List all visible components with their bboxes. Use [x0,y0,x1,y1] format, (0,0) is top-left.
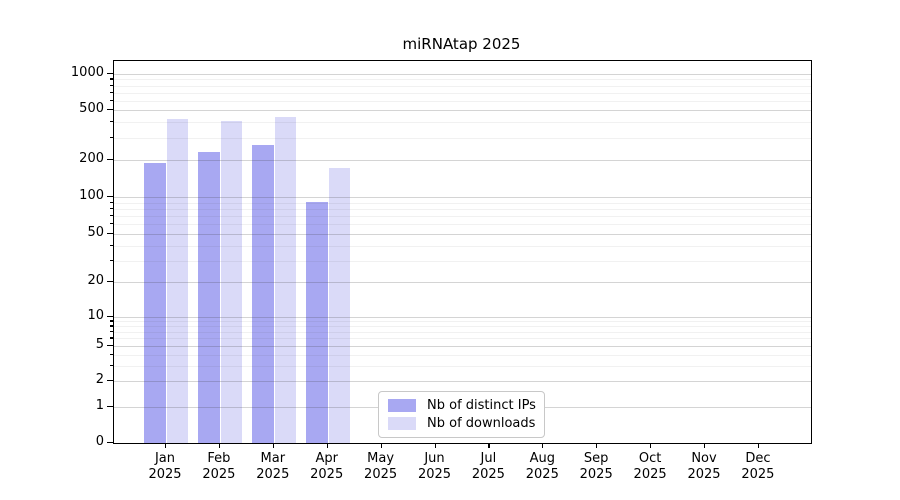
x-tick [381,443,382,448]
x-tick-label: May 2025 [353,451,409,483]
x-tick-label: Jun 2025 [407,451,463,483]
y-minor-tick [110,223,113,224]
y-minor-tick [110,121,113,122]
y-minor-tick [110,202,113,203]
minor-gridline [114,101,811,102]
y-tick-label: 10 [50,308,104,324]
y-minor-tick [110,92,113,93]
minor-gridline [114,138,811,139]
y-minor-tick [110,320,113,321]
minor-gridline [114,79,811,80]
legend-label-downloads: Nb of downloads [427,416,535,431]
x-tick [488,443,489,448]
y-tick-label: 2 [50,372,104,388]
downloads-swatch-icon [388,417,416,430]
y-major-tick [107,406,113,407]
x-tick [273,443,274,448]
major-gridline [114,110,811,111]
x-tick [596,443,597,448]
y-minor-tick [110,354,113,355]
x-tick [435,443,436,448]
y-minor-tick [110,215,113,216]
x-tick [165,443,166,448]
y-tick-label: 20 [50,273,104,289]
legend: Nb of distinct IPs Nb of downloads [378,391,545,438]
chart-title: miRNAtap 2025 [113,35,810,53]
y-minor-tick [110,137,113,138]
y-major-tick [107,109,113,110]
y-major-tick [107,73,113,74]
x-tick [219,443,220,448]
x-tick [650,443,651,448]
x-tick-label: Sep 2025 [568,451,624,483]
y-tick-label: 50 [50,225,104,241]
x-tick-label: Jan 2025 [137,451,193,483]
y-major-tick [107,233,113,234]
bar-apr-distinct-ips [306,202,328,443]
minor-gridline [114,122,811,123]
minor-gridline [114,93,811,94]
x-tick-label: Nov 2025 [676,451,732,483]
y-minor-tick [110,100,113,101]
bar-feb-distinct-ips [198,152,220,443]
bar-jan-downloads [167,119,188,443]
x-tick-label: Oct 2025 [622,451,678,483]
y-tick-label: 5 [50,337,104,353]
y-major-tick [107,159,113,160]
legend-label-distinct-ips: Nb of distinct IPs [427,398,536,413]
y-major-tick [107,345,113,346]
major-gridline [114,74,811,75]
y-minor-tick [110,365,113,366]
x-tick-label: Mar 2025 [245,451,301,483]
y-minor-tick [110,85,113,86]
x-tick [758,443,759,448]
y-tick-label: 1 [50,398,104,414]
bar-apr-downloads [329,168,350,443]
legend-item-downloads: Nb of downloads [388,416,535,431]
bar-mar-distinct-ips [252,145,274,443]
y-minor-tick [110,78,113,79]
y-minor-tick [110,208,113,209]
y-minor-tick [110,337,113,338]
y-minor-tick [110,325,113,326]
y-tick-label: 0 [50,434,104,450]
distinct-ips-swatch-icon [388,399,416,412]
x-tick-label: Feb 2025 [191,451,247,483]
figure-canvas: miRNAtap 2025 0 1 2 5 10 20 50 100 200 500 1000 Ja… [0,0,900,500]
y-major-tick [107,380,113,381]
bar-feb-downloads [221,121,242,443]
y-minor-tick [110,245,113,246]
y-tick-label: 100 [50,188,104,204]
x-tick-label: Jul 2025 [460,451,516,483]
y-tick-label: 500 [50,101,104,117]
x-tick-label: Dec 2025 [730,451,786,483]
x-tick [542,443,543,448]
x-tick-label: Aug 2025 [514,451,570,483]
y-major-tick [107,442,113,443]
x-tick [327,443,328,448]
y-minor-tick [110,260,113,261]
y-tick-label: 1000 [50,65,104,81]
plot-area [113,60,812,444]
x-tick [704,443,705,448]
y-major-tick [107,196,113,197]
bar-jan-distinct-ips [144,163,166,443]
y-tick-label: 200 [50,151,104,167]
minor-gridline [114,86,811,87]
bar-mar-downloads [275,117,296,443]
y-major-tick [107,281,113,282]
legend-item-distinct-ips: Nb of distinct IPs [388,398,535,413]
y-minor-tick [110,331,113,332]
y-major-tick [107,316,113,317]
x-tick-label: Apr 2025 [299,451,355,483]
